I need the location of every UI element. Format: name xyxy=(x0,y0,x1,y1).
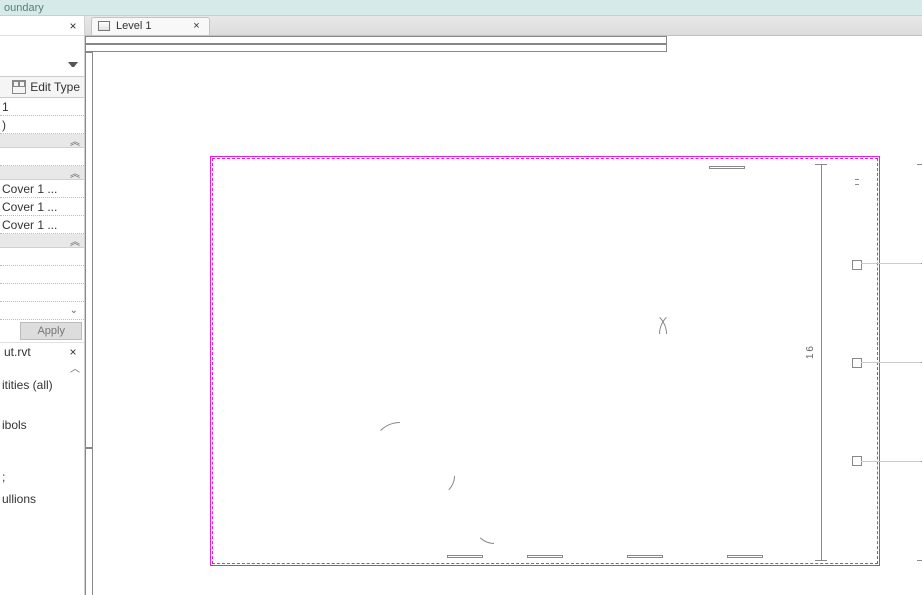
crop-region[interactable] xyxy=(210,156,880,566)
wall-south[interactable] xyxy=(85,44,667,52)
edit-type-row: Edit Type xyxy=(0,76,84,98)
witness-line xyxy=(861,362,921,363)
property-row[interactable]: ) xyxy=(0,116,84,134)
witness-line xyxy=(861,461,921,462)
property-row[interactable] xyxy=(0,266,84,284)
property-row[interactable]: Cover 1 ... xyxy=(0,216,84,234)
window[interactable] xyxy=(727,555,763,558)
chevron-up-icon: ︽ xyxy=(70,165,80,180)
group-header[interactable]: ︽ xyxy=(0,134,84,148)
browser-item[interactable]: ; xyxy=(0,466,84,488)
window[interactable] xyxy=(527,555,563,558)
chevron-down-icon: ⌄ xyxy=(70,305,78,316)
wall-north[interactable] xyxy=(85,36,667,44)
dimension[interactable]: 16 xyxy=(821,164,822,560)
chevron-up-icon: ︽ xyxy=(70,133,80,148)
apply-button[interactable]: Apply xyxy=(20,322,82,340)
apply-row: Apply xyxy=(0,320,84,342)
close-icon[interactable]: × xyxy=(66,345,80,359)
curtain-break xyxy=(855,179,859,185)
property-row[interactable]: ⌄ xyxy=(0,302,84,320)
group-header[interactable]: ︽ xyxy=(0,234,84,248)
close-icon[interactable]: × xyxy=(66,19,80,33)
browser-collapse[interactable]: ︿ xyxy=(0,360,84,374)
property-row[interactable] xyxy=(0,284,84,302)
wall-west[interactable] xyxy=(85,52,93,448)
plan-view-icon xyxy=(98,21,110,31)
project-browser-header: ut.rvt × xyxy=(0,342,84,360)
context-ribbon: oundary xyxy=(0,0,922,16)
chevron-up-icon: ︿ xyxy=(70,360,80,375)
property-row[interactable]: Cover 1 ... xyxy=(0,180,84,198)
door-opening xyxy=(417,494,437,500)
close-icon[interactable]: × xyxy=(189,19,203,33)
browser-item[interactable]: ullions xyxy=(0,488,84,510)
type-selector[interactable] xyxy=(0,36,84,76)
door-opening xyxy=(681,306,705,312)
dimension-label: 16 xyxy=(805,344,816,359)
window[interactable] xyxy=(709,166,745,169)
property-row[interactable]: Cover 1 ... xyxy=(0,198,84,216)
mullion[interactable] xyxy=(852,260,862,270)
door-opening xyxy=(621,306,645,312)
edit-type-label[interactable]: Edit Type xyxy=(30,80,80,94)
window[interactable] xyxy=(447,555,483,558)
edit-type-icon xyxy=(12,80,26,94)
browser-item[interactable]: ibols xyxy=(0,414,84,436)
property-row[interactable] xyxy=(0,248,84,266)
door-opening xyxy=(400,424,406,452)
project-name: ut.rvt xyxy=(4,345,31,359)
witness-line xyxy=(861,263,921,264)
canvas[interactable]: 16 EQ EQ EQ EQ xyxy=(85,36,922,595)
property-row[interactable] xyxy=(0,148,84,166)
group-header[interactable]: ︽ xyxy=(0,166,84,180)
properties-tabbar: × xyxy=(0,16,84,36)
view-area: Level 1 × xyxy=(85,16,922,595)
properties-panel: × Edit Type 1 ) ︽ ︽ Cover 1 ... Cover 1 … xyxy=(0,16,85,595)
chevron-down-icon xyxy=(68,62,78,72)
window[interactable] xyxy=(627,555,663,558)
view-tabbar: Level 1 × xyxy=(85,16,922,36)
context-title: oundary xyxy=(4,2,44,14)
view-tab-label: Level 1 xyxy=(116,20,151,32)
wall-east-interior[interactable] xyxy=(85,448,93,595)
property-row[interactable]: 1 xyxy=(0,98,84,116)
view-tab[interactable]: Level 1 × xyxy=(91,17,210,35)
floor-plan: 16 EQ EQ EQ EQ xyxy=(85,36,922,595)
browser-item[interactable]: itities (all) xyxy=(0,374,84,396)
mullion[interactable] xyxy=(852,358,862,368)
chevron-up-icon: ︽ xyxy=(70,233,80,248)
